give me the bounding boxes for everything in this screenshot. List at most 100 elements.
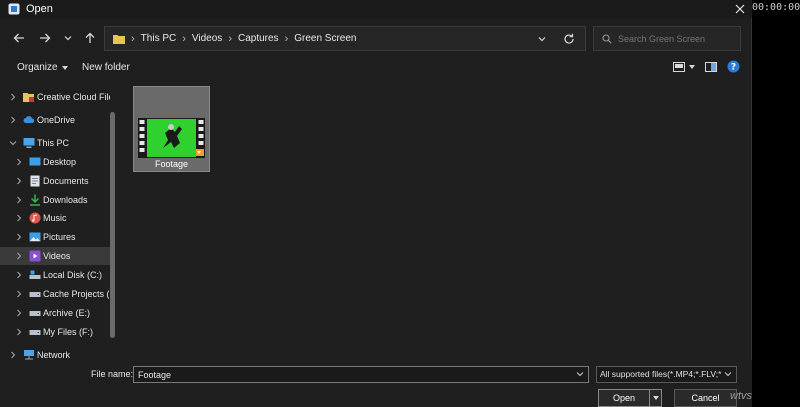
open-button[interactable]: Open xyxy=(598,389,662,407)
sidebar-item-archive-e[interactable]: Archive (E:) xyxy=(0,304,110,322)
chevron-down-icon xyxy=(538,37,546,42)
download-icon xyxy=(30,194,40,206)
change-view-button[interactable] xyxy=(673,61,695,72)
open-options-dropdown[interactable] xyxy=(650,390,661,406)
file-item-footage[interactable]: Footage xyxy=(133,86,210,172)
pictures-icon xyxy=(29,232,41,242)
app-icon xyxy=(8,3,20,15)
chevron-down-icon xyxy=(9,141,17,146)
chevron-right-icon xyxy=(11,93,16,101)
organize-menu[interactable]: Organize xyxy=(17,62,68,73)
chevron-right-icon xyxy=(17,309,22,317)
chevron-right-icon xyxy=(17,328,22,336)
preview-pane-icon[interactable] xyxy=(705,61,717,72)
chevron-right-icon xyxy=(17,196,22,204)
recent-locations-button[interactable] xyxy=(59,28,77,48)
sidebar-item-cache-projects[interactable]: Cache Projects (I xyxy=(0,285,110,303)
sidebar-item-videos[interactable]: Videos xyxy=(0,247,110,265)
creative-cloud-folder-icon xyxy=(23,93,34,102)
documents-icon xyxy=(30,175,40,187)
chevron-right-icon xyxy=(17,214,22,222)
breadcrumb-green-screen[interactable]: Green Screen xyxy=(294,33,356,44)
cloud-icon xyxy=(23,116,35,123)
title-bar: Open xyxy=(0,0,752,18)
dialog-footer: File name: All supported files(*.MP4;*.F… xyxy=(0,360,752,407)
navigation-row: › This PC › Videos › Captures › Green Sc… xyxy=(0,22,752,54)
timecode-display: 00:00:00:00 xyxy=(752,2,800,13)
arrow-right-icon xyxy=(40,33,51,43)
file-type-filter[interactable]: All supported files(*.MP4;*.FLV;* xyxy=(596,366,737,383)
command-bar: Organize New folder ? xyxy=(0,58,752,80)
sidebar-item-downloads[interactable]: Downloads xyxy=(0,191,110,209)
chevron-right-icon xyxy=(17,233,22,241)
address-history-dropdown[interactable] xyxy=(535,32,549,46)
sidebar-item-pictures[interactable]: Pictures xyxy=(0,228,110,246)
sidebar-item-label: Videos xyxy=(43,251,71,261)
search-input[interactable] xyxy=(618,33,738,44)
open-button-label: Open xyxy=(599,390,650,406)
view-controls: ? xyxy=(673,60,740,73)
sidebar-item-local-disk-c[interactable]: Local Disk (C:) xyxy=(0,266,110,284)
file-name-input[interactable] xyxy=(138,368,558,381)
sidebar-item-creative-cloud[interactable]: Creative Cloud Files xyxy=(0,88,110,106)
file-name-dropdown[interactable] xyxy=(575,369,585,379)
folder-icon xyxy=(113,34,125,44)
cancel-button[interactable]: Cancel xyxy=(674,389,737,407)
drive-icon xyxy=(29,330,41,335)
close-icon xyxy=(735,4,745,14)
organize-label: Organize xyxy=(17,62,58,73)
up-button[interactable] xyxy=(81,28,99,48)
chevron-right-icon xyxy=(17,290,22,298)
drive-icon xyxy=(29,292,41,297)
chevron-right-icon xyxy=(17,177,22,185)
navigation-pane: Creative Cloud Files OneDrive This PC De… xyxy=(0,82,120,360)
sidebar-item-label: Creative Cloud Files xyxy=(37,92,110,102)
new-folder-label: New folder xyxy=(82,62,130,73)
music-icon xyxy=(29,212,41,224)
sidebar-item-label: Downloads xyxy=(43,195,88,205)
sidebar-item-onedrive[interactable]: OneDrive xyxy=(0,111,110,129)
file-name: Footage xyxy=(154,159,189,169)
sidebar-item-label: Local Disk (C:) xyxy=(43,270,103,280)
sidebar-item-this-pc[interactable]: This PC xyxy=(0,134,110,152)
sidebar-item-my-files-f[interactable]: My Files (F:) xyxy=(0,323,110,341)
search-box[interactable] xyxy=(593,26,741,51)
sidebar-item-label: Network xyxy=(37,350,71,360)
close-button[interactable] xyxy=(732,1,748,17)
sidebar-item-label: Music xyxy=(43,213,67,223)
refresh-button[interactable] xyxy=(561,31,577,47)
sidebar-item-desktop[interactable]: Desktop xyxy=(0,153,110,171)
chevron-right-icon: › xyxy=(228,32,232,45)
address-bar[interactable]: › This PC › Videos › Captures › Green Sc… xyxy=(104,26,586,51)
chevron-right-icon: › xyxy=(182,32,186,45)
sidebar-item-network[interactable]: Network xyxy=(0,346,110,360)
network-icon xyxy=(24,350,34,360)
file-type-filter-value: All supported files(*.MP4;*.FLV;* xyxy=(600,369,722,379)
navigation-scrollbar[interactable] xyxy=(110,112,115,338)
chevron-down-icon xyxy=(576,372,584,377)
sidebar-item-documents[interactable]: Documents xyxy=(0,172,110,190)
sidebar-item-label: Pictures xyxy=(43,232,76,242)
arrow-up-icon xyxy=(85,32,95,43)
caret-down-icon xyxy=(689,64,695,69)
videos-icon xyxy=(29,250,41,262)
chevron-right-icon xyxy=(17,252,22,260)
file-name-combobox[interactable] xyxy=(133,366,589,383)
window-title: Open xyxy=(26,3,53,15)
background-app-strip xyxy=(752,0,800,407)
computer-icon xyxy=(23,138,35,148)
sidebar-item-music[interactable]: Music xyxy=(0,209,110,227)
chevron-right-icon xyxy=(17,158,22,166)
breadcrumb-captures[interactable]: Captures xyxy=(238,33,279,44)
file-type-dropdown[interactable] xyxy=(723,369,733,379)
chevron-right-icon xyxy=(11,116,16,124)
forward-button[interactable] xyxy=(36,28,54,48)
new-folder-button[interactable]: New folder xyxy=(82,62,130,73)
desktop-icon xyxy=(29,157,41,166)
breadcrumb-videos[interactable]: Videos xyxy=(192,33,222,44)
back-button[interactable] xyxy=(10,28,28,48)
sidebar-item-label: OneDrive xyxy=(37,115,76,125)
drive-icon xyxy=(29,270,41,279)
help-icon[interactable]: ? xyxy=(727,60,740,73)
breadcrumb-this-pc[interactable]: This PC xyxy=(141,33,177,44)
